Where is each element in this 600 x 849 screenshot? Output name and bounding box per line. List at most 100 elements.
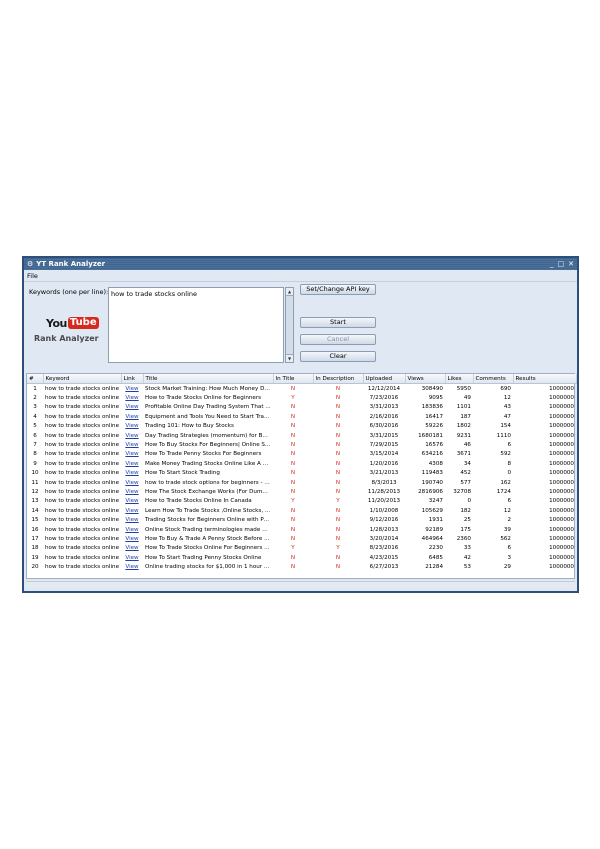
results-table: # Keyword Link Title In Title In Description U… — [27, 374, 577, 572]
table-cell: 19 — [31, 554, 39, 561]
view-link[interactable]: View — [121, 562, 143, 571]
table-cell: N — [290, 451, 296, 458]
table-cell: N — [290, 432, 296, 439]
view-link[interactable]: View — [121, 487, 143, 496]
table-cell: 0 — [507, 470, 511, 477]
table-cell: 2816906 — [418, 488, 443, 495]
table-cell: N — [290, 526, 296, 533]
view-link[interactable]: View — [121, 534, 143, 543]
view-link[interactable]: View — [121, 506, 143, 515]
keywords-scrollbar[interactable]: ▲ ▼ — [285, 287, 294, 363]
table-body: 1 how to trade stocks online View Stock Mar… — [27, 384, 576, 572]
maximize-icon[interactable]: □ — [558, 260, 565, 268]
table-cell: 3 — [507, 554, 511, 561]
table-row[interactable]: 8 how to trade stocks online View How To Tr… — [27, 450, 576, 459]
table-cell: N — [290, 507, 296, 514]
table-cell: Online Stock Trading terminologies made … — [145, 526, 273, 533]
table-cell: Y — [336, 545, 340, 552]
table-row[interactable]: 1 how to trade stocks online View Stock Mar… — [27, 384, 576, 394]
table-row[interactable]: 5 how to trade stocks online View Trading 1… — [27, 422, 576, 431]
table-row[interactable]: 14 how to trade stocks online View Learn Ho… — [27, 506, 576, 515]
column-header[interactable]: Uploaded — [363, 374, 406, 384]
table-cell: 1/10/2008 — [369, 507, 399, 514]
column-header[interactable]: In Description — [313, 374, 364, 384]
column-header[interactable]: Title — [143, 374, 274, 384]
column-header[interactable]: Comments — [473, 374, 514, 384]
table-row[interactable]: 10 how to trade stocks online View How To S… — [27, 469, 576, 478]
view-link[interactable]: View — [121, 384, 143, 394]
set-api-key-button[interactable]: Set/Change API key — [300, 284, 376, 295]
table-cell: 47 — [503, 413, 511, 420]
start-button[interactable]: Start — [300, 317, 376, 328]
column-header[interactable]: Likes — [445, 374, 474, 384]
table-cell: 452 — [460, 470, 471, 477]
view-link[interactable]: View — [121, 515, 143, 524]
column-header[interactable]: # — [27, 374, 44, 384]
view-link[interactable]: View — [121, 553, 143, 562]
table-cell: 1 — [33, 385, 37, 392]
table-cell: 3/31/2015 — [369, 432, 399, 439]
table-cell: N — [290, 554, 296, 561]
table-row[interactable]: 13 how to trade stocks online View How to T… — [27, 497, 576, 506]
table-row[interactable]: 9 how to trade stocks online View Make Mone… — [27, 459, 576, 468]
keywords-textarea[interactable]: how to trade stocks online — [108, 287, 284, 363]
view-link[interactable]: View — [121, 544, 143, 553]
title-bar[interactable]: ⚙ YT Rank Analyzer _ □ ✕ — [24, 258, 577, 270]
table-row[interactable]: 18 how to trade stocks online View How To T… — [27, 544, 576, 553]
table-row[interactable]: 15 how to trade stocks online View Trading … — [27, 515, 576, 524]
table-row[interactable]: 2 how to trade stocks online View How to Tr… — [27, 393, 576, 402]
table-cell: 53 — [463, 564, 471, 571]
view-link[interactable]: View — [121, 478, 143, 487]
table-row[interactable]: 6 how to trade stocks online View Day Tradi… — [27, 431, 576, 440]
table-cell: N — [335, 554, 341, 561]
column-header[interactable]: Results — [513, 374, 577, 384]
view-link[interactable]: View — [121, 469, 143, 478]
table-row[interactable]: 4 how to trade stocks online View Equipment… — [27, 412, 576, 421]
table-row[interactable]: 20 how to trade stocks online View Online t… — [27, 562, 576, 571]
table-cell: N — [290, 460, 296, 467]
table-cell: 1000000 — [549, 442, 574, 449]
clear-button[interactable]: Clear — [300, 351, 376, 362]
table-row[interactable]: 3 how to trade stocks online View Profitabl… — [27, 403, 576, 412]
table-cell: N — [335, 535, 341, 542]
table-cell: Y — [291, 545, 295, 552]
menu-file[interactable]: File — [27, 272, 38, 280]
column-header[interactable]: Views — [405, 374, 446, 384]
minimize-icon[interactable]: _ — [550, 260, 554, 268]
table-cell: 162 — [500, 479, 511, 486]
table-row[interactable]: 19 how to trade stocks online View How To S… — [27, 553, 576, 562]
view-link[interactable]: View — [121, 431, 143, 440]
view-link[interactable]: View — [121, 459, 143, 468]
scroll-down-icon[interactable]: ▼ — [286, 354, 293, 362]
table-cell: 46 — [463, 442, 471, 449]
table-row[interactable]: 12 how to trade stocks online View How The … — [27, 487, 576, 496]
view-link[interactable]: View — [121, 497, 143, 506]
table-row[interactable]: 17 how to trade stocks online View How To B… — [27, 534, 576, 543]
view-link[interactable]: View — [121, 412, 143, 421]
table-cell: how to trade stocks online — [45, 385, 120, 392]
table-row[interactable]: 7 how to trade stocks online View How To Bu… — [27, 440, 576, 449]
horizontal-scrollbar[interactable] — [26, 581, 575, 588]
table-cell: 1000000 — [549, 498, 574, 505]
table-cell: Make Money Trading Stocks Online Like A … — [145, 460, 273, 467]
column-header[interactable]: In Title — [273, 374, 314, 384]
view-link[interactable]: View — [121, 393, 143, 402]
view-link[interactable]: View — [121, 525, 143, 534]
view-link[interactable]: View — [121, 440, 143, 449]
view-link[interactable]: View — [121, 422, 143, 431]
table-cell: 16 — [31, 526, 39, 533]
table-cell: N — [290, 413, 296, 420]
table-row[interactable]: 16 how to trade stocks online View Online S… — [27, 525, 576, 534]
view-link[interactable]: View — [121, 450, 143, 459]
column-header[interactable]: Link — [121, 374, 144, 384]
scroll-up-icon[interactable]: ▲ — [286, 288, 293, 296]
table-cell: 12 — [503, 507, 511, 514]
table-cell: N — [335, 488, 341, 495]
close-icon[interactable]: ✕ — [568, 260, 574, 268]
table-cell: 16576 — [425, 442, 443, 449]
column-header[interactable]: Keyword — [43, 374, 122, 384]
view-link[interactable]: View — [121, 403, 143, 412]
window-title: YT Rank Analyzer — [36, 260, 106, 268]
table-row[interactable]: 11 how to trade stocks online View how to t… — [27, 478, 576, 487]
cancel-button[interactable]: Cancel — [300, 334, 376, 345]
